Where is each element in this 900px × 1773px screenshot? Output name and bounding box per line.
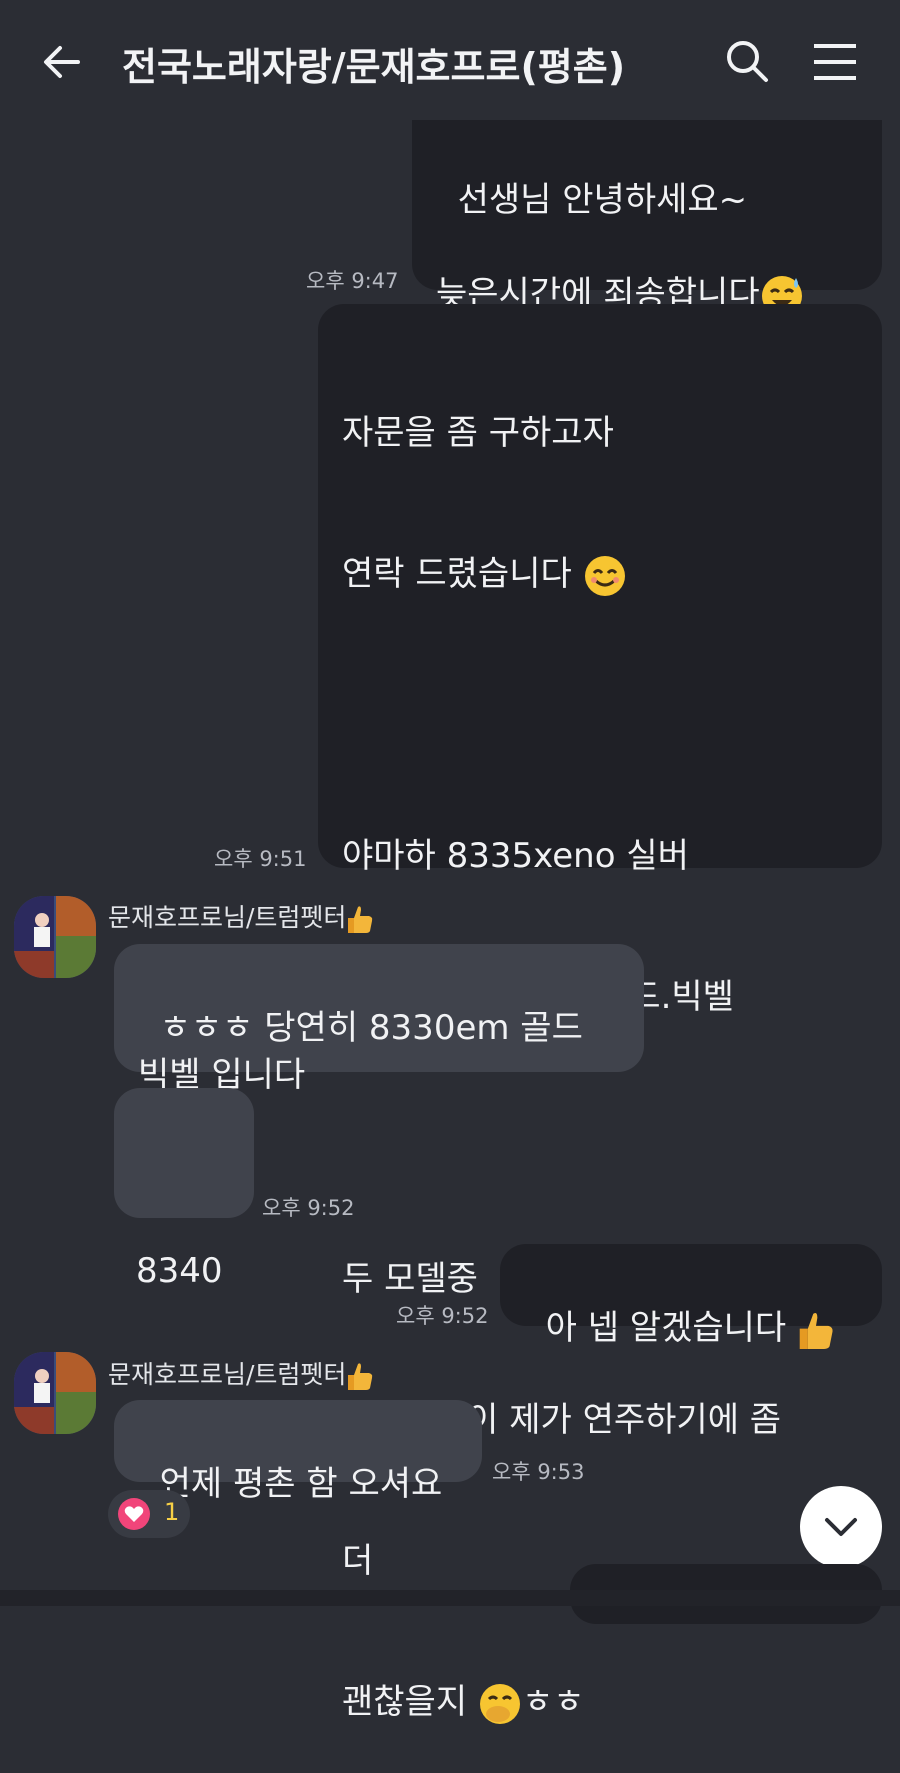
message-time: 오후 9:52	[396, 1304, 489, 1328]
message-text: 언제 평촌 함 오셔요	[159, 1464, 443, 1504]
message-line: 야마하 8335xeno 실버	[342, 836, 689, 876]
message-bubble-sent[interactable]: 선생님 안녕하세요~ 늦은시간에 죄송합니다	[412, 120, 882, 316]
message-text: 아 넵 알겠습니다	[545, 1308, 798, 1348]
search-icon[interactable]	[724, 38, 770, 84]
chevron-down-icon	[825, 1518, 857, 1536]
input-bar-edge	[0, 1590, 900, 1606]
avatar[interactable]	[14, 1352, 96, 1434]
chat-title: 전국노래자랑/문재호프로(평촌)	[122, 45, 626, 89]
message-time: 오후 9:51	[214, 847, 307, 871]
profile-photo-icon	[14, 896, 96, 978]
message-text: 8340	[136, 1251, 223, 1291]
back-arrow-icon[interactable]	[38, 38, 86, 86]
message-line: 연락 드렸습니다	[342, 551, 858, 598]
heart-icon	[118, 1498, 150, 1530]
smiling-emoji-icon	[584, 555, 625, 596]
avatar[interactable]	[14, 896, 96, 978]
message-bubble-sent[interactable]: 아 넵 알겠습니다	[500, 1244, 882, 1349]
message-time: 오후 9:52	[262, 1196, 355, 1220]
profile-photo-icon	[14, 1352, 96, 1434]
message-bubble-sent[interactable]: 자문을 좀 구하고자 연락 드렸습니다 야마하 8335xeno 실버 야마하 …	[318, 304, 882, 1724]
hamburger-menu-icon[interactable]	[812, 42, 858, 82]
sender-name: 문재호프로님/트럼펫터	[108, 898, 374, 934]
reaction-count: 1	[164, 1498, 180, 1526]
thumbs-up-emoji-icon	[799, 1312, 833, 1349]
message-line: 괜찮을지 ㅎㅎ	[342, 1679, 858, 1726]
message-line: 자문을 좀 구하고자	[342, 413, 614, 453]
message-bubble-received[interactable]: ㅎㅎㅎ 당연히 8330em 골드 빅벨 입니다	[114, 944, 644, 1095]
message-bubble-received[interactable]: 언제 평촌 함 오셔요	[114, 1400, 482, 1504]
reaction-badge[interactable]: 1	[108, 1490, 190, 1538]
thumbs-up-emoji-icon	[348, 906, 373, 933]
message-time: 오후 9:53	[492, 1460, 585, 1484]
thumbs-up-emoji-icon	[348, 1363, 373, 1390]
hand-over-mouth-emoji-icon	[479, 1683, 520, 1724]
scroll-to-bottom-button[interactable]	[800, 1486, 882, 1568]
message-bubble-received[interactable]: 8340	[114, 1088, 254, 1291]
message-text: 선생님 안녕하세요~ 늦은시간에 죄송합니다	[436, 180, 760, 314]
chat-header: 전국노래자랑/문재호프로(평촌)	[0, 0, 900, 120]
message-time: 오후 9:47	[306, 269, 399, 293]
sender-name: 문재호프로님/트럼펫터	[108, 1355, 374, 1391]
